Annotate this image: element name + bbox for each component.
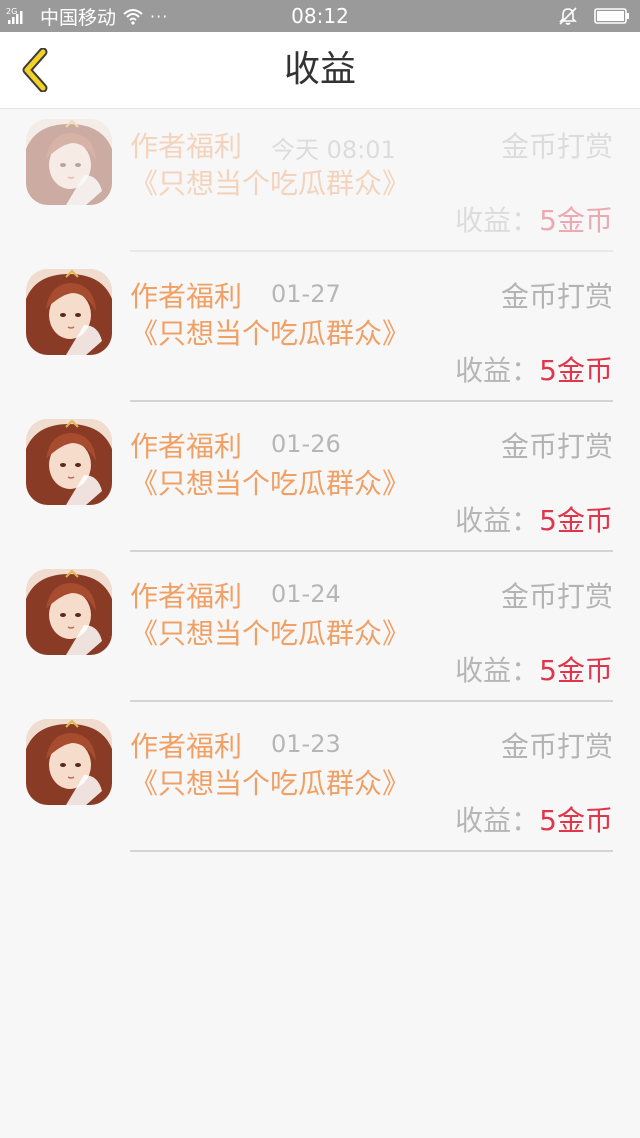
- mute-icon: [559, 7, 577, 25]
- author-avatar-image: [26, 269, 112, 355]
- author-avatar-image: [26, 419, 112, 505]
- battery-icon: [594, 8, 629, 24]
- earning-value: 5金币: [539, 204, 613, 237]
- item-category: 金币打赏: [500, 730, 613, 763]
- avatar: [26, 569, 112, 655]
- item-book-title: 《只想当个吃瓜群众》: [130, 467, 411, 500]
- earning-list-item[interactable]: 作者福利 01-24 金币打赏 《只想当个吃瓜群众》 收益：5金币: [0, 559, 640, 709]
- item-content: 作者福利 01-27 金币打赏 《只想当个吃瓜群众》 收益：5金币: [130, 259, 613, 402]
- avatar: [26, 419, 112, 505]
- item-type: 作者福利: [130, 730, 243, 763]
- avatar: [26, 719, 112, 805]
- avatar: [26, 119, 112, 205]
- author-avatar-image: [26, 719, 112, 805]
- item-type: 作者福利: [130, 130, 243, 163]
- earning-list-item[interactable]: 作者福利 01-27 金币打赏 《只想当个吃瓜群众》 收益：5金币: [0, 259, 640, 409]
- nav-bar: 收益: [0, 32, 640, 109]
- item-earning: 收益：5金币: [455, 649, 613, 689]
- earning-value: 5金币: [539, 654, 613, 687]
- item-date: 01-24: [271, 580, 341, 608]
- avatar: [26, 269, 112, 355]
- item-category: 金币打赏: [500, 280, 613, 313]
- earning-value: 5金币: [539, 504, 613, 537]
- item-type: 作者福利: [130, 580, 243, 613]
- item-earning: 收益：5金币: [455, 199, 613, 239]
- item-type: 作者福利: [130, 280, 243, 313]
- item-content: 作者福利 01-23 金币打赏 《只想当个吃瓜群众》 收益：5金币: [130, 709, 613, 852]
- item-date: 01-23: [271, 730, 341, 758]
- earning-list-item[interactable]: 作者福利 今天 08:01 金币打赏 《只想当个吃瓜群众》 收益：5金币: [0, 109, 640, 259]
- author-avatar-image: [26, 119, 112, 205]
- item-date: 01-27: [271, 280, 341, 308]
- earnings-list: 作者福利 今天 08:01 金币打赏 《只想当个吃瓜群众》 收益：5金币 作者福…: [0, 109, 640, 859]
- earning-label: 收益：: [455, 654, 540, 687]
- earning-list-item[interactable]: 作者福利 01-23 金币打赏 《只想当个吃瓜群众》 收益：5金币: [0, 709, 640, 859]
- item-content: 作者福利 01-24 金币打赏 《只想当个吃瓜群众》 收益：5金币: [130, 559, 613, 702]
- item-date: 01-26: [271, 430, 341, 458]
- item-content: 作者福利 01-26 金币打赏 《只想当个吃瓜群众》 收益：5金币: [130, 409, 613, 552]
- status-bar-right: [558, 0, 630, 32]
- author-avatar-image: [26, 569, 112, 655]
- item-content: 作者福利 今天 08:01 金币打赏 《只想当个吃瓜群众》 收益：5金币: [130, 109, 613, 252]
- item-category: 金币打赏: [500, 130, 613, 163]
- item-earning: 收益：5金币: [455, 799, 613, 839]
- item-category: 金币打赏: [500, 430, 613, 463]
- status-time: 08:12: [291, 4, 349, 28]
- item-category: 金币打赏: [500, 580, 613, 613]
- status-bar: 2G 中国移动 ··· 08:12: [0, 0, 640, 32]
- item-book-title: 《只想当个吃瓜群众》: [130, 617, 411, 650]
- earning-label: 收益：: [455, 204, 540, 237]
- earning-list-item[interactable]: 作者福利 01-26 金币打赏 《只想当个吃瓜群众》 收益：5金币: [0, 409, 640, 559]
- item-book-title: 《只想当个吃瓜群众》: [130, 167, 411, 200]
- item-earning: 收益：5金币: [455, 349, 613, 389]
- earning-label: 收益：: [455, 354, 540, 387]
- item-type: 作者福利: [130, 430, 243, 463]
- item-book-title: 《只想当个吃瓜群众》: [130, 317, 411, 350]
- earning-label: 收益：: [455, 804, 540, 837]
- earning-value: 5金币: [539, 804, 613, 837]
- item-date: 今天 08:01: [271, 136, 396, 164]
- item-earning: 收益：5金币: [455, 499, 613, 539]
- page-title: 收益: [283, 49, 356, 90]
- item-book-title: 《只想当个吃瓜群众》: [130, 767, 411, 800]
- earning-label: 收益：: [455, 504, 540, 537]
- earning-value: 5金币: [539, 354, 613, 387]
